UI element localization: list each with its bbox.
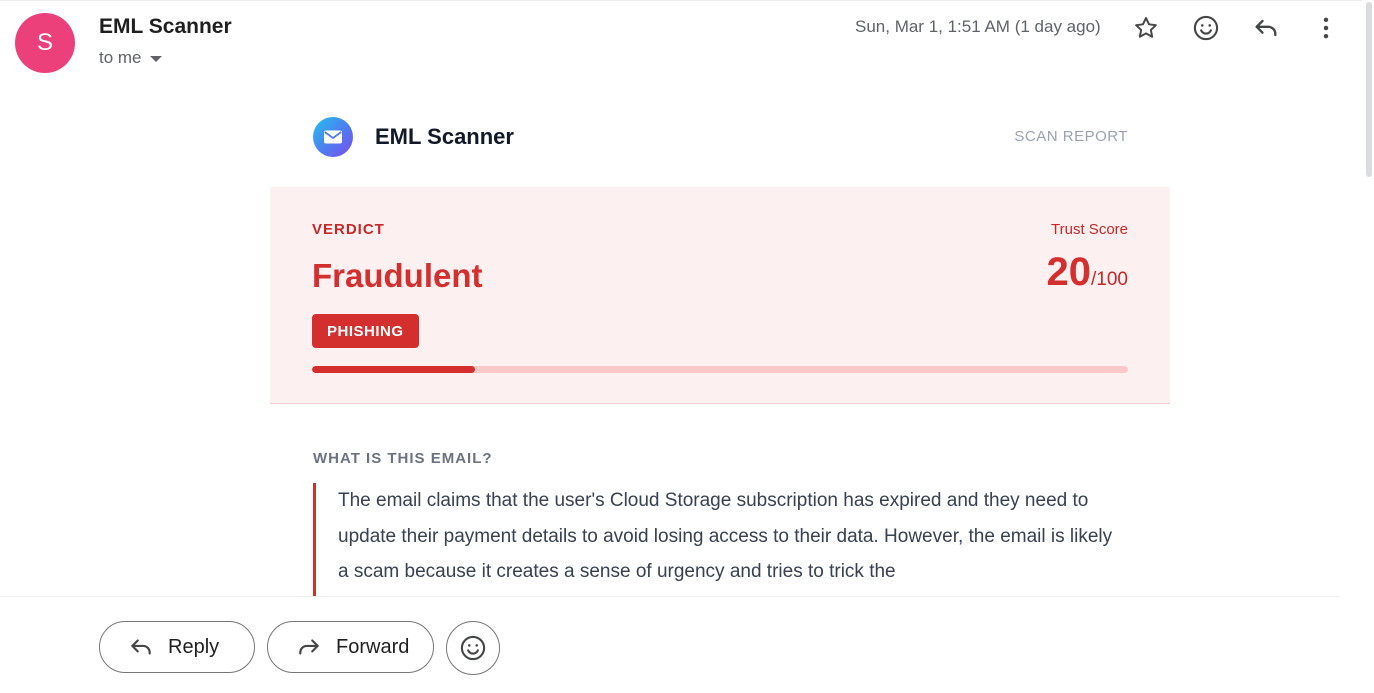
verdict-panel: VERDICT Fraudulent PHISHING Trust Score … [270, 187, 1170, 404]
vertical-scrollbar[interactable] [1362, 0, 1374, 693]
emoji-icon[interactable] [1190, 12, 1222, 44]
trust-score-value: 20 [1046, 250, 1092, 294]
trust-score-max: /100 [1091, 269, 1128, 290]
phishing-badge: PHISHING [312, 314, 419, 348]
verdict-label: VERDICT [312, 221, 385, 238]
reply-button[interactable]: Reply [99, 621, 255, 673]
star-icon[interactable] [1130, 12, 1162, 44]
sender-avatar[interactable]: S [15, 13, 75, 73]
trust-score-meter-fill [312, 366, 476, 373]
top-divider [0, 0, 1374, 1]
recipient-details-toggle[interactable]: to me [99, 48, 162, 68]
eml-scanner-logo [313, 117, 353, 157]
scrollbar-thumb[interactable] [1366, 2, 1372, 177]
email-date: Sun, Mar 1, 1:51 AM (1 day ago) [855, 17, 1101, 36]
sender-name[interactable]: EML Scanner [99, 15, 232, 39]
forward-icon [299, 639, 319, 655]
verdict-value: Fraudulent [312, 257, 483, 294]
recipient-label: to me [99, 48, 142, 67]
reply-icon[interactable] [1250, 12, 1282, 44]
scan-report-label: SCAN REPORT [1014, 128, 1128, 145]
reply-button-label: Reply [168, 635, 220, 658]
caret-down-icon [149, 56, 162, 62]
email-summary: The email claims that the user's Cloud S… [313, 483, 1113, 597]
email-view: S EML Scanner to me Sun, Mar 1, 1:51 AM … [0, 0, 1374, 693]
reply-icon [131, 639, 151, 655]
emoji-icon [460, 635, 486, 661]
forward-button[interactable]: Forward [267, 621, 434, 673]
trust-score-label: Trust Score [1051, 221, 1128, 238]
footer-divider [0, 596, 1340, 597]
report-brand-name: EML Scanner [375, 124, 514, 149]
emoji-reaction-button[interactable] [446, 621, 500, 675]
section-title: WHAT IS THIS EMAIL? [313, 450, 493, 467]
forward-button-label: Forward [336, 635, 410, 658]
trust-score: 20 /100 [1047, 250, 1128, 295]
more-vert-icon[interactable] [1310, 12, 1342, 44]
trust-score-meter [312, 366, 1128, 373]
